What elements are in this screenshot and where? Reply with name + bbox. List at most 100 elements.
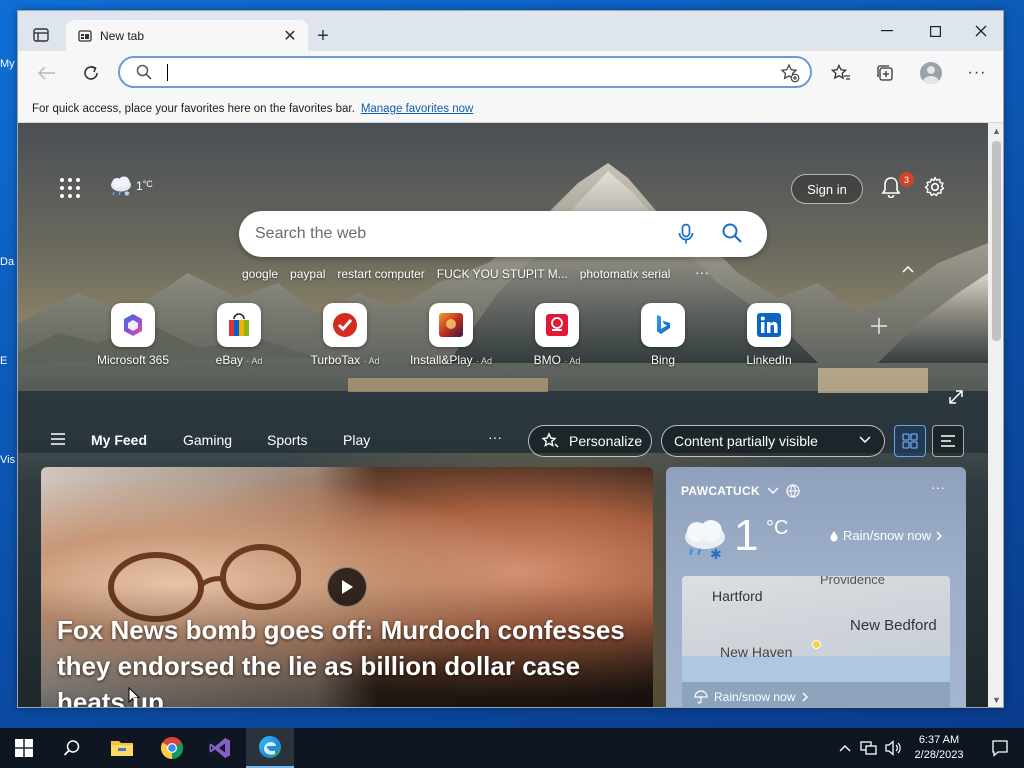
minimize-button[interactable] [864, 15, 910, 47]
start-button[interactable] [0, 728, 48, 768]
quick-link-bmo[interactable]: BMO · Ad [512, 303, 602, 367]
page-scrollbar[interactable]: ▲ ▼ [988, 123, 1003, 707]
microphone-icon[interactable] [677, 223, 695, 245]
grid-view-button[interactable] [894, 425, 926, 457]
scroll-up-arrow-icon[interactable]: ▲ [991, 126, 1002, 137]
weather-location[interactable]: PAWCATUCK [681, 484, 800, 498]
favorites-button[interactable] [826, 58, 856, 88]
avatar [920, 62, 942, 84]
tab-actions-button[interactable] [24, 19, 58, 51]
chevron-up-icon[interactable] [901, 264, 915, 274]
address-input[interactable] [166, 62, 766, 82]
map-label-providence: Providence [820, 576, 886, 587]
volume-icon[interactable] [884, 740, 902, 756]
network-icon[interactable] [860, 740, 878, 756]
quick-link-ebay[interactable]: eBay · Ad [194, 303, 284, 367]
refresh-button[interactable] [76, 58, 106, 88]
add-favorite-icon[interactable] [780, 63, 800, 83]
weather-card[interactable]: PAWCATUCK ··· ✱ 1 °C Rain/snow now Hartf… [666, 467, 966, 707]
web-search-input[interactable] [255, 223, 655, 245]
desktop-icon-label[interactable]: Vis [0, 454, 15, 466]
search-icon[interactable] [721, 222, 743, 244]
tab-actions-icon [33, 28, 49, 42]
app-launcher-button[interactable] [58, 176, 82, 200]
address-bar[interactable] [118, 56, 812, 88]
hero-headline[interactable]: Fox News bomb goes off: Murdoch confesse… [57, 612, 647, 707]
trending-search-item[interactable]: restart computer [337, 267, 424, 281]
scrollbar-thumb[interactable] [992, 141, 1001, 341]
text-caret [167, 64, 168, 81]
play-video-button[interactable] [327, 567, 367, 607]
system-clock[interactable]: 6:37 AM 2/28/2023 [903, 733, 975, 763]
trending-search-item[interactable]: photomatix serial [580, 267, 671, 281]
manage-favorites-link[interactable]: Manage favorites now [361, 103, 474, 115]
personalize-button[interactable]: Personalize [528, 425, 652, 457]
content-visibility-select[interactable]: Content partially visible [661, 425, 885, 457]
web-search-box[interactable] [239, 211, 767, 257]
chevron-right-icon [802, 692, 809, 702]
chrome-icon [161, 737, 183, 759]
quick-link-install-play[interactable]: Install&Play · Ad [406, 303, 496, 367]
tab-gaming[interactable]: Gaming [183, 432, 232, 448]
add-quick-link-button[interactable] [864, 311, 894, 341]
quick-link-bing[interactable]: Bing [618, 303, 708, 367]
taskbar-visual-studio[interactable] [196, 728, 244, 768]
trending-more-button[interactable]: ··· [695, 264, 709, 280]
hamburger-menu-icon[interactable] [50, 432, 66, 446]
weather-more-icon[interactable]: ··· [931, 479, 945, 495]
feed-more-button[interactable]: ··· [488, 429, 502, 445]
raindrop-icon [830, 530, 838, 541]
close-icon [975, 25, 987, 37]
taskbar-file-explorer[interactable] [98, 728, 146, 768]
taskbar-chrome[interactable] [148, 728, 196, 768]
file-explorer-icon [111, 741, 133, 756]
action-center-button[interactable] [976, 728, 1024, 768]
close-window-button[interactable] [958, 15, 1003, 47]
search-icon [136, 64, 152, 80]
taskbar-search-button[interactable] [48, 728, 96, 768]
close-tab-icon[interactable]: ✕ [280, 26, 300, 46]
maximize-icon [929, 25, 941, 37]
tab-new-tab[interactable]: New tab ✕ [66, 20, 308, 51]
scroll-down-arrow-icon[interactable]: ▼ [991, 695, 1002, 706]
gear-icon[interactable] [924, 176, 946, 198]
quick-link-linkedin[interactable]: LinkedIn [724, 303, 814, 367]
sign-in-button[interactable]: Sign in [791, 174, 863, 204]
taskbar-edge[interactable] [246, 728, 294, 768]
new-tab-button[interactable]: + [310, 23, 336, 49]
desktop-icon-label[interactable]: Da [0, 256, 14, 268]
desktop-icon-label[interactable]: My [0, 58, 15, 70]
quick-link-turbotax[interactable]: TurboTax · Ad [300, 303, 390, 367]
profile-button[interactable] [916, 58, 946, 88]
trending-search-item[interactable]: paypal [290, 267, 325, 281]
desktop-icon-label[interactable]: E [0, 355, 7, 367]
back-button[interactable] [32, 58, 62, 88]
svg-text:✱: ✱ [710, 546, 722, 561]
quick-link-label: Microsoft 365 [96, 353, 170, 367]
tab-sports[interactable]: Sports [267, 432, 307, 448]
collections-button[interactable] [870, 58, 900, 88]
hero-news-card[interactable]: Fox News bomb goes off: Murdoch confesse… [41, 467, 653, 707]
favorites-icon [831, 64, 850, 80]
sparkle-star-icon [541, 432, 559, 448]
weather-map-footer[interactable]: Rain/snow now [682, 682, 950, 707]
turbotax-icon [333, 313, 357, 337]
chevron-down-icon [859, 436, 871, 444]
quick-link-label: BMO [533, 353, 561, 367]
quick-link-label: Install&Play [409, 353, 473, 367]
expand-icon[interactable] [948, 389, 964, 405]
settings-and-more-button[interactable]: ··· [962, 58, 992, 88]
quick-link-microsoft-365[interactable]: Microsoft 365 [88, 303, 178, 367]
chevron-right-icon [936, 530, 943, 541]
tab-my-feed[interactable]: My Feed [91, 432, 147, 448]
show-hidden-icons-icon[interactable] [838, 743, 852, 753]
back-arrow-icon [38, 66, 55, 80]
weather-condition[interactable]: Rain/snow now [829, 528, 943, 543]
maximize-button[interactable] [912, 15, 958, 47]
background-landscape [18, 163, 988, 453]
tab-play[interactable]: Play [343, 432, 370, 448]
trending-search-item[interactable]: google [242, 267, 278, 281]
list-view-button[interactable] [932, 425, 964, 457]
weather-mini-widget[interactable]: ✱ 1 °C [108, 175, 153, 197]
trending-search-item[interactable]: FUCK YOU STUPIT M... [437, 267, 568, 281]
